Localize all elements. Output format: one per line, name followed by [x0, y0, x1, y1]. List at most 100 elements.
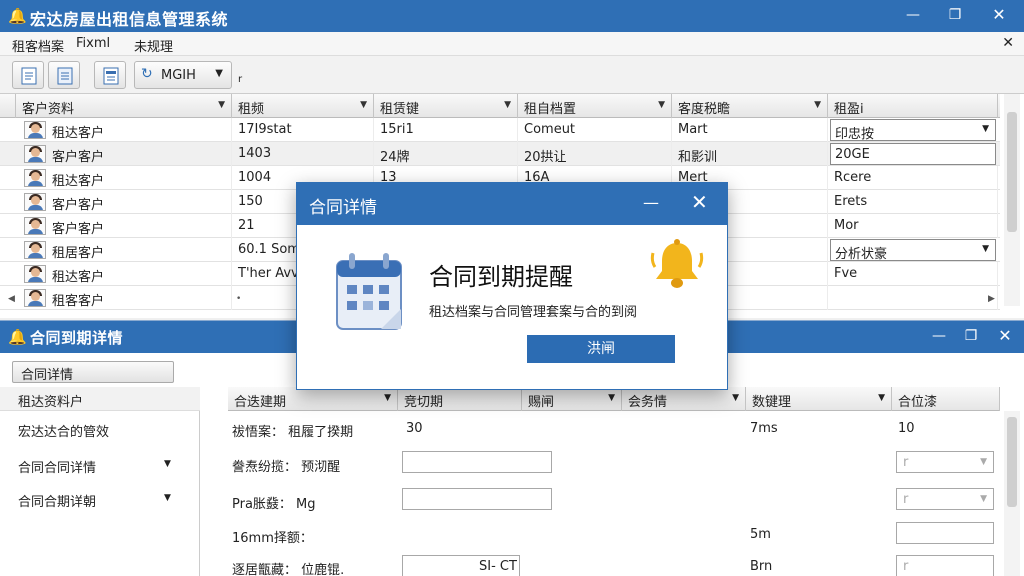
minimize-icon[interactable]: —: [643, 193, 659, 212]
maximize-icon[interactable]: ❐: [940, 4, 970, 26]
table-cell: 租达客户: [16, 166, 232, 190]
column-header[interactable]: 客户资料 ▼: [16, 94, 232, 118]
table-cell: Mart: [672, 118, 828, 142]
left-panel-item[interactable]: 宏达达合的管效: [18, 421, 109, 440]
text-input[interactable]: [402, 451, 552, 473]
cell-dropdown[interactable]: 分析状豪 ▼: [830, 239, 996, 262]
menubar: 租客档案 Fixml 未规理 ✕: [0, 32, 1024, 56]
table-cell: 和影训: [672, 142, 828, 166]
table-cell: 客户客户: [16, 190, 232, 214]
scroll-thumb[interactable]: [1007, 417, 1017, 507]
field-value: 10: [898, 421, 915, 436]
column-header[interactable]: 租自档置 ▼: [518, 94, 672, 118]
chevron-down-icon: ▼: [360, 100, 367, 110]
dialog-heading: 合同到期提醒: [429, 263, 573, 291]
table-cell: 租达客户: [16, 262, 232, 286]
details-button[interactable]: 洪闸: [527, 335, 675, 363]
minimize-icon[interactable]: —: [924, 325, 954, 347]
cell-input[interactable]: 20GE: [830, 143, 996, 165]
calendar-icon: [336, 253, 402, 330]
chevron-down-icon: ▼: [504, 100, 511, 110]
table-cell: 20拱让: [518, 142, 672, 166]
table-cell: 24牌: [374, 142, 518, 166]
dropdown[interactable]: r ▼: [896, 488, 994, 510]
chevron-down-icon: ▼: [982, 244, 989, 254]
column-header[interactable]: 租赁键 ▼: [374, 94, 518, 118]
dialog-titlebar[interactable]: 合同详情 — ✕: [297, 183, 727, 225]
bell-icon: 🔔: [8, 7, 27, 25]
toolbar-combo[interactable]: ↻ MGIH ▼: [134, 61, 232, 89]
minimize-icon[interactable]: —: [898, 4, 928, 26]
toolbar-extra: r: [238, 74, 243, 85]
column-header[interactable]: 租频 ▼: [232, 94, 374, 118]
app-title: 宏达房屋出租信息管理系统: [30, 10, 229, 29]
close-icon[interactable]: ✕: [691, 190, 708, 214]
chevron-down-icon: ▼: [218, 100, 225, 110]
chevron-down-icon: ▼: [215, 68, 223, 79]
text-input[interactable]: [896, 522, 994, 544]
toolbar: ↻ MGIH ▼ r: [0, 56, 1024, 94]
dropdown[interactable]: r ▼: [896, 451, 994, 473]
dialog-message: 租达档案与合同管理套案与合的到阅: [429, 305, 638, 320]
field-label: 誊焘纷揽： 预沏醒: [232, 460, 341, 475]
table-cell: 租达客户: [16, 118, 232, 142]
cell-dropdown[interactable]: 印忠按 ▼: [830, 119, 996, 142]
close-icon[interactable]: ✕: [990, 325, 1020, 347]
close-icon[interactable]: ✕: [1002, 35, 1014, 51]
close-icon[interactable]: ✕: [984, 4, 1014, 26]
table-cell: 15ri1: [374, 118, 518, 142]
column-header[interactable]: 数键理 ▼: [746, 387, 892, 411]
open-document-button[interactable]: [48, 61, 80, 89]
left-panel-item[interactable]: 合同合期详朝 ▼: [18, 491, 171, 510]
table-row[interactable]: 客户客户 1403 24牌 20拱让 和影训 20GE: [0, 142, 1000, 166]
document-icon: [103, 67, 119, 85]
new-document-button[interactable]: [12, 61, 44, 89]
menu-item-fixml[interactable]: Fixml: [76, 36, 110, 51]
toolbar-combo-label: MGIH: [161, 68, 196, 83]
document-icon: [21, 67, 37, 85]
contract-grid-header: 合迭建期 ▼ 竞切期 赐闸 ▼ 会务情 ▼ 数键理 ▼ 合位漆: [228, 387, 1000, 411]
chevron-down-icon: ▼: [164, 493, 171, 503]
field-value: 30: [406, 421, 423, 436]
text-input[interactable]: SI- CT: [402, 555, 520, 576]
bell-icon: [650, 239, 704, 288]
left-panel-item[interactable]: 合同合同详情 ▼: [18, 457, 171, 476]
list-document-button[interactable]: [94, 61, 126, 89]
menu-item-archive[interactable]: 租客档案: [12, 36, 64, 55]
vertical-scrollbar[interactable]: [1004, 94, 1020, 306]
maximize-icon[interactable]: ❐: [956, 325, 986, 347]
tenant-grid-header: 客户资料 ▼ 租频 ▼ 租赁键 ▼ 租自档置 ▼ 客度税瞻 ▼ 租盈i: [0, 94, 1000, 118]
chevron-down-icon: ▼: [814, 100, 821, 110]
column-header[interactable]: 赐闸 ▼: [522, 387, 622, 411]
text-input[interactable]: [402, 488, 552, 510]
dropdown[interactable]: r: [896, 555, 994, 576]
field-label: 逐居甑藏： 位鹿锟.: [232, 563, 345, 576]
column-header[interactable]: 合迭建期 ▼: [228, 387, 398, 411]
chevron-down-icon: ▼: [878, 393, 885, 403]
chevron-down-icon: ▼: [384, 393, 391, 403]
chevron-down-icon: ▼: [980, 494, 987, 504]
table-cell: Mor: [828, 214, 998, 238]
document-icon: [57, 67, 73, 85]
field-value: 5m: [750, 527, 771, 542]
tab-contract-details[interactable]: 合同详情: [12, 361, 174, 383]
column-header[interactable]: 会务情 ▼: [622, 387, 746, 411]
sub-window-title: 合同到期详情: [30, 329, 124, 347]
chevron-down-icon: ▼: [658, 100, 665, 110]
menu-item-manage[interactable]: 未规理: [134, 36, 173, 55]
table-cell: 17I9stat: [232, 118, 374, 142]
scroll-thumb[interactable]: [1007, 112, 1017, 232]
column-header[interactable]: 租盈i: [828, 94, 998, 118]
vertical-scrollbar[interactable]: [1004, 411, 1020, 576]
column-header[interactable]: 客度税瞻 ▼: [672, 94, 828, 118]
left-panel: 租达资料户 宏达达合的管效 合同合同详情 ▼ 合同合期详朝 ▼: [0, 387, 200, 576]
table-cell: 客户客户: [16, 214, 232, 238]
main-titlebar[interactable]: 🔔 宏达房屋出租信息管理系统 — ❐ ✕: [0, 0, 1024, 32]
field-label: 16mm择额：: [232, 531, 313, 546]
table-row[interactable]: 租达客户 17I9stat 15ri1 Comeut Mart 印忠按 ▼: [0, 118, 1000, 142]
column-header[interactable]: 合位漆: [892, 387, 1000, 411]
field-value: 7ms: [750, 421, 778, 436]
column-header[interactable]: 竞切期: [398, 387, 522, 411]
chevron-down-icon: ▼: [164, 459, 171, 469]
chevron-down-icon: ▼: [608, 393, 615, 403]
